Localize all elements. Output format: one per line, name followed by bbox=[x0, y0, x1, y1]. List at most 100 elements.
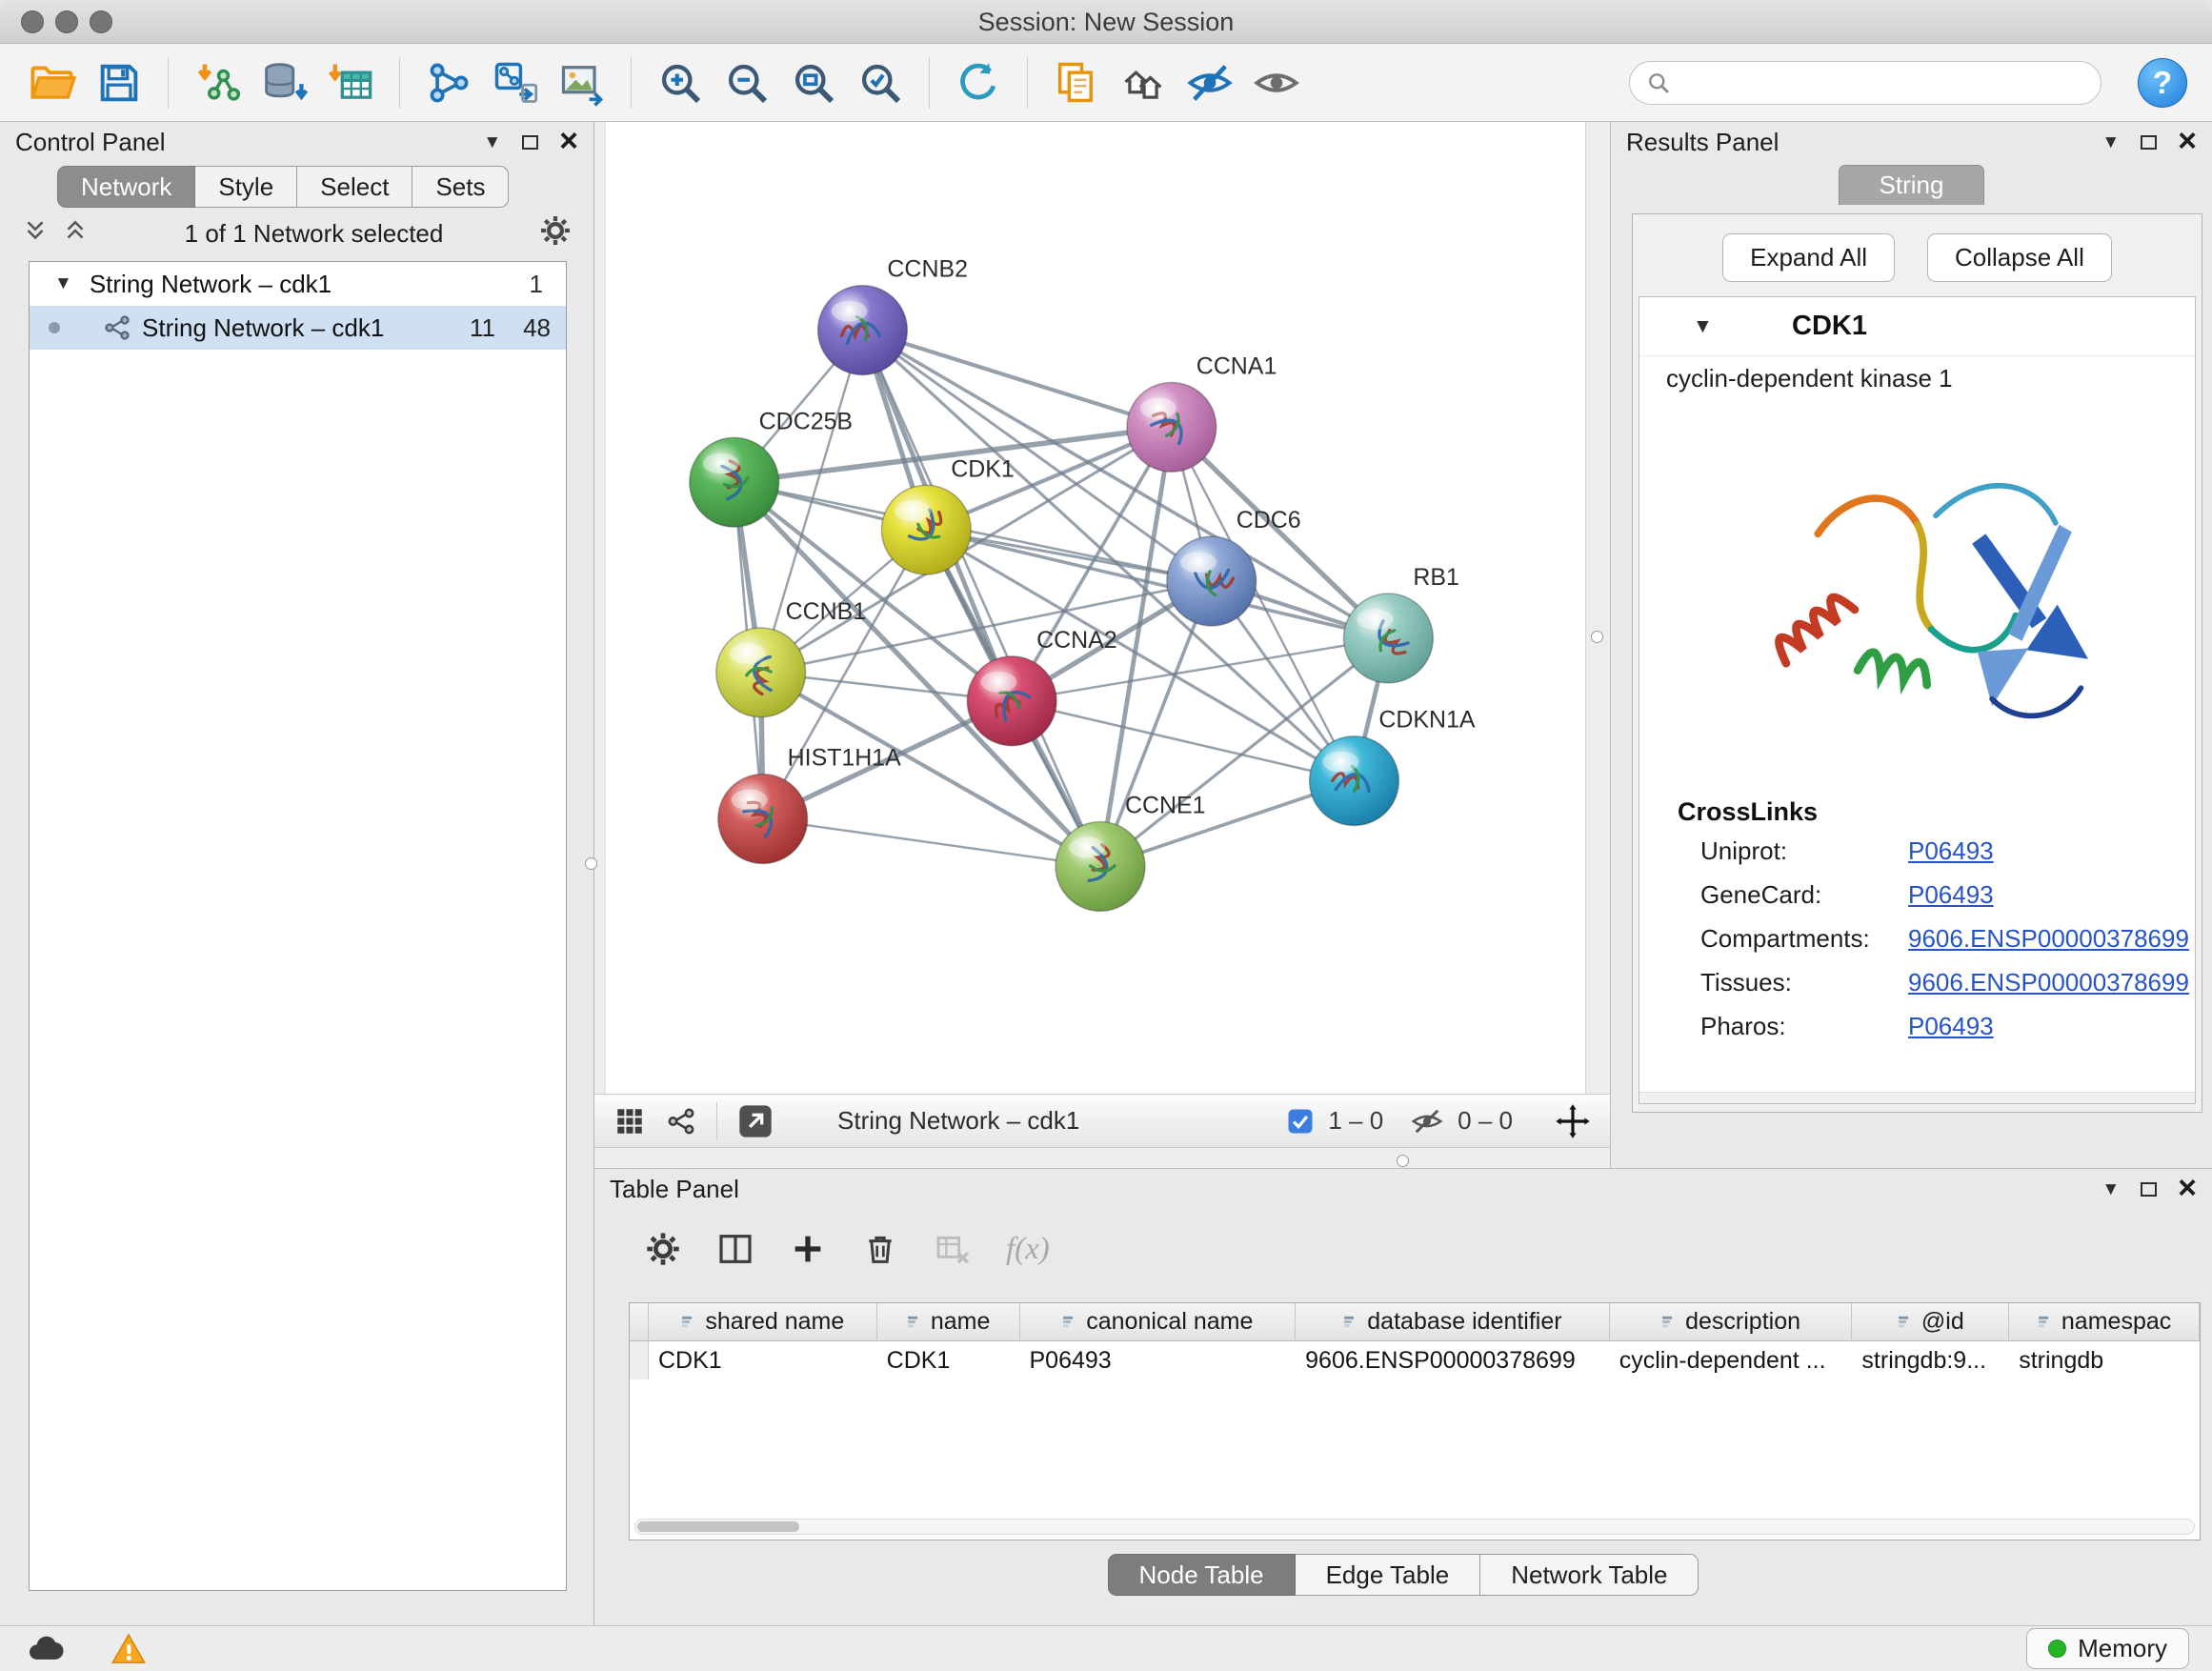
grid-view-icon[interactable] bbox=[613, 1105, 646, 1137]
column-header-namespac[interactable]: namespac bbox=[2009, 1303, 2200, 1341]
first-neighbors-icon[interactable] bbox=[1116, 55, 1171, 111]
column-header-description[interactable]: description bbox=[1610, 1303, 1853, 1341]
import-table-file-icon[interactable] bbox=[323, 55, 378, 111]
table-row[interactable]: CDK1CDK1P064939606.ENSP00000378699cyclin… bbox=[630, 1341, 2200, 1379]
network-collection-row[interactable]: ▼ String Network – cdk1 1 bbox=[30, 262, 566, 306]
edge-CCNB2-CCNE1[interactable] bbox=[862, 331, 1100, 867]
float-results-icon[interactable] bbox=[2141, 135, 2157, 150]
table-horizontal-scrollbar[interactable] bbox=[634, 1519, 2195, 1535]
network-row[interactable]: String Network – cdk1 11 48 bbox=[30, 306, 566, 350]
column-header-name[interactable]: name bbox=[877, 1303, 1020, 1341]
copy-document-icon[interactable] bbox=[1049, 55, 1104, 111]
cell-database-identifier[interactable]: 9606.ENSP00000378699 bbox=[1296, 1341, 1610, 1379]
node-CDC25B[interactable] bbox=[690, 437, 779, 527]
delete-column-icon[interactable] bbox=[861, 1230, 899, 1268]
horizontal-splitter-handle[interactable] bbox=[1397, 1155, 1409, 1167]
results-scrollbar[interactable] bbox=[1639, 1092, 2195, 1103]
open-session-icon[interactable] bbox=[25, 55, 80, 111]
column-header-canonical-name[interactable]: canonical name bbox=[1020, 1303, 1297, 1341]
close-results-icon[interactable]: × bbox=[2178, 129, 2197, 154]
selected-checkbox-icon[interactable] bbox=[1286, 1107, 1315, 1136]
collapse-all-button[interactable]: Collapse All bbox=[1927, 233, 2112, 282]
show-all-eye-icon[interactable] bbox=[1249, 55, 1304, 111]
tab-node-table[interactable]: Node Table bbox=[1108, 1554, 1296, 1596]
tab-style[interactable]: Style bbox=[195, 166, 297, 208]
crosslink-value[interactable]: 9606.ENSP00000378699 bbox=[1908, 968, 2189, 997]
crosslink-value[interactable]: P06493 bbox=[1908, 1012, 1994, 1041]
node-CCNE1[interactable] bbox=[1056, 822, 1145, 912]
crosslink-value[interactable]: 9606.ENSP00000378699 bbox=[1908, 924, 2189, 954]
network-options-gear-icon[interactable] bbox=[538, 213, 573, 254]
vertical-splitter-handle[interactable] bbox=[585, 857, 597, 870]
edge-CDK1-RB1[interactable] bbox=[926, 530, 1388, 638]
collapse-tree-icon[interactable] bbox=[61, 216, 90, 252]
crosslink-value[interactable]: P06493 bbox=[1908, 836, 1994, 866]
tab-select[interactable]: Select bbox=[297, 166, 412, 208]
cell-canonical-name[interactable]: P06493 bbox=[1020, 1341, 1297, 1379]
edge-CCNB2-CCNA1[interactable] bbox=[862, 331, 1171, 428]
memory-button[interactable]: Memory bbox=[2026, 1628, 2189, 1669]
expand-all-button[interactable]: Expand All bbox=[1722, 233, 1895, 282]
node-CCNB1[interactable] bbox=[716, 628, 806, 717]
help-icon[interactable]: ? bbox=[2138, 58, 2187, 108]
column-header-@id[interactable]: @id bbox=[1852, 1303, 2009, 1341]
hidden-eye-icon[interactable] bbox=[1410, 1104, 1444, 1138]
zoom-window-icon[interactable] bbox=[90, 10, 112, 33]
panel-menu-icon[interactable]: ▼ bbox=[483, 133, 501, 151]
show-columns-icon[interactable] bbox=[716, 1230, 754, 1268]
hide-selected-eye-icon[interactable] bbox=[1182, 55, 1237, 111]
save-session-icon[interactable] bbox=[91, 55, 147, 111]
import-network-file-icon[interactable] bbox=[190, 55, 245, 111]
zoom-in-icon[interactable] bbox=[653, 55, 708, 111]
new-network-from-selection-icon[interactable] bbox=[488, 55, 543, 111]
node-CDKN1A[interactable] bbox=[1310, 736, 1399, 826]
search-input[interactable] bbox=[1681, 69, 2085, 96]
new-network-icon[interactable] bbox=[421, 55, 476, 111]
expand-tree-icon[interactable] bbox=[21, 216, 50, 252]
edge-CCNA2-CDKN1A[interactable] bbox=[1012, 701, 1354, 781]
export-image-icon[interactable] bbox=[554, 55, 610, 111]
edge-CCNB2-RB1[interactable] bbox=[862, 331, 1388, 638]
add-column-icon[interactable] bbox=[789, 1230, 827, 1268]
cell-@id[interactable]: stringdb:9... bbox=[1852, 1341, 2009, 1379]
zoom-selected-icon[interactable] bbox=[853, 55, 908, 111]
close-window-icon[interactable] bbox=[21, 10, 44, 33]
tab-string[interactable]: String bbox=[1839, 165, 1985, 205]
node-CDC6[interactable] bbox=[1167, 536, 1257, 626]
node-RB1[interactable] bbox=[1343, 594, 1433, 683]
table-options-gear-icon[interactable] bbox=[644, 1230, 682, 1268]
birds-eye-view-icon[interactable] bbox=[665, 1105, 697, 1137]
collapse-entry-icon[interactable]: ▼ bbox=[1693, 315, 1713, 338]
close-table-icon[interactable]: × bbox=[2178, 1176, 2197, 1201]
network-canvas[interactable]: CCNB2CCNA1CDC25BCDK1CDC6RB1CCNB1CCNA2CDK… bbox=[605, 122, 1586, 1094]
float-table-icon[interactable] bbox=[2141, 1182, 2157, 1197]
results-menu-icon[interactable]: ▼ bbox=[2101, 133, 2120, 151]
column-header-database-identifier[interactable]: database identifier bbox=[1296, 1303, 1610, 1341]
edge-CDC25B-CDC6[interactable] bbox=[734, 482, 1212, 581]
scrollbar-thumb[interactable] bbox=[637, 1521, 799, 1532]
zoom-fit-content-icon[interactable] bbox=[786, 55, 841, 111]
float-panel-icon[interactable] bbox=[522, 135, 538, 150]
node-CCNA1[interactable] bbox=[1127, 382, 1217, 472]
edge-HIST1H1A-CCNE1[interactable] bbox=[763, 819, 1100, 867]
cell-description[interactable]: cyclin-dependent ... bbox=[1610, 1341, 1853, 1379]
warning-icon[interactable] bbox=[107, 1630, 151, 1668]
cell-namespac[interactable]: stringdb bbox=[2009, 1341, 2200, 1379]
results-splitter-handle[interactable] bbox=[1591, 631, 1603, 643]
column-header-shared-name[interactable]: shared name bbox=[649, 1303, 877, 1341]
tab-network[interactable]: Network bbox=[57, 166, 195, 208]
tab-sets[interactable]: Sets bbox=[412, 166, 509, 208]
fit-selection-crosshair-icon[interactable] bbox=[1539, 1103, 1591, 1139]
zoom-out-icon[interactable] bbox=[719, 55, 774, 111]
apply-layout-icon[interactable] bbox=[951, 55, 1006, 111]
search-box[interactable] bbox=[1629, 61, 2101, 105]
node-HIST1H1A[interactable] bbox=[718, 775, 808, 864]
open-in-browser-icon[interactable] bbox=[736, 1102, 774, 1140]
node-CDK1[interactable] bbox=[881, 485, 971, 574]
import-network-database-icon[interactable] bbox=[256, 55, 312, 111]
function-builder-icon[interactable]: f(x) bbox=[1006, 1232, 1050, 1267]
node-CCNA2[interactable] bbox=[967, 656, 1056, 746]
close-panel-icon[interactable]: × bbox=[559, 129, 578, 154]
table-menu-icon[interactable]: ▼ bbox=[2101, 1180, 2120, 1198]
minimize-window-icon[interactable] bbox=[55, 10, 78, 33]
